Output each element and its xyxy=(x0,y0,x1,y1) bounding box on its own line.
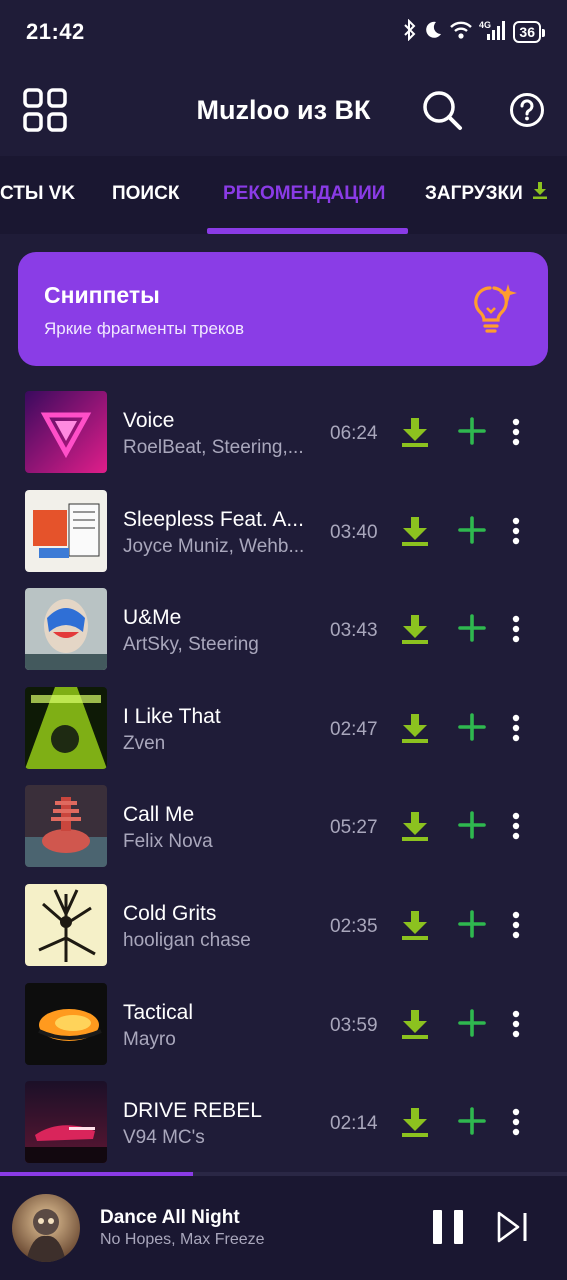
more-options-icon[interactable] xyxy=(512,714,520,747)
track-cover xyxy=(25,1081,107,1163)
download-icon[interactable] xyxy=(401,417,429,452)
track-title: Voice xyxy=(123,409,175,432)
track-title: U&Me xyxy=(123,606,182,629)
skip-next-icon[interactable] xyxy=(496,1210,530,1249)
track-artist: hooligan chase xyxy=(123,930,251,951)
track-cover xyxy=(25,884,107,966)
track-cover xyxy=(25,785,107,867)
add-icon[interactable] xyxy=(458,1009,486,1042)
now-playing-cover xyxy=(12,1194,80,1262)
moon-icon xyxy=(423,20,443,45)
status-icons: 4G 36 xyxy=(403,18,545,46)
track-row[interactable]: Tactical Mayro 03:59 xyxy=(0,983,567,1081)
download-icon[interactable] xyxy=(401,713,429,748)
track-artist: RoelBeat, Steering,... xyxy=(123,437,304,458)
more-options-icon[interactable] xyxy=(512,1108,520,1141)
wifi-icon xyxy=(449,20,473,45)
tab-downloads-label: ЗАГРУЗКИ xyxy=(425,183,523,205)
track-title: I Like That xyxy=(123,705,221,728)
track-row[interactable]: DRIVE REBEL V94 MC's 02:14 xyxy=(0,1081,567,1179)
track-row[interactable]: Sleepless Feat. A... Joyce Muniz, Wehb...… xyxy=(0,490,567,588)
now-playing-artist: No Hopes, Max Freeze xyxy=(100,1231,265,1248)
status-bar: 21:42 4G 36 xyxy=(0,0,567,64)
bluetooth-icon xyxy=(403,18,417,46)
track-duration: 03:40 xyxy=(330,522,378,543)
more-options-icon[interactable] xyxy=(512,911,520,944)
track-duration: 03:59 xyxy=(330,1015,378,1036)
now-playing-title: Dance All Night xyxy=(100,1207,240,1228)
track-duration: 03:43 xyxy=(330,620,378,641)
track-cover xyxy=(25,687,107,769)
track-row[interactable]: Cold Grits hooligan chase 02:35 xyxy=(0,884,567,982)
add-icon[interactable] xyxy=(458,614,486,647)
search-icon[interactable] xyxy=(421,89,463,131)
add-icon[interactable] xyxy=(458,811,486,844)
pause-icon[interactable] xyxy=(431,1208,465,1251)
track-cover xyxy=(25,983,107,1065)
snippets-title: Сниппеты xyxy=(44,282,160,308)
app-bar: Muzloo из ВК xyxy=(0,64,567,156)
tab-playlists-vk[interactable]: СТЫ VK xyxy=(0,156,75,234)
add-icon[interactable] xyxy=(458,417,486,450)
download-icon[interactable] xyxy=(401,516,429,551)
more-options-icon[interactable] xyxy=(512,615,520,648)
download-icon xyxy=(532,156,548,232)
track-duration: 02:14 xyxy=(330,1113,378,1134)
download-icon[interactable] xyxy=(401,811,429,846)
help-icon[interactable] xyxy=(509,92,545,128)
lightbulb-sparkle-icon xyxy=(470,282,520,339)
more-options-icon[interactable] xyxy=(512,418,520,451)
tab-search[interactable]: ПОИСК xyxy=(112,156,179,234)
tab-bar: СТЫ VK ПОИСК РЕКОМЕНДАЦИИ ЗАГРУЗКИ xyxy=(0,156,567,234)
track-artist: Mayro xyxy=(123,1029,176,1050)
snippets-subtitle: Яркие фрагменты треков xyxy=(44,319,245,338)
tab-downloads[interactable]: ЗАГРУЗКИ xyxy=(425,156,548,234)
track-row[interactable]: U&Me ArtSky, Steering 03:43 xyxy=(0,588,567,686)
track-duration: 06:24 xyxy=(330,423,378,444)
track-duration: 02:47 xyxy=(330,719,378,740)
download-icon[interactable] xyxy=(401,1009,429,1044)
status-time: 21:42 xyxy=(26,19,85,44)
track-row[interactable]: I Like That Zven 02:47 xyxy=(0,687,567,785)
track-cover xyxy=(25,391,107,473)
track-row[interactable]: Voice RoelBeat, Steering,... 06:24 xyxy=(0,391,567,489)
track-title: Cold Grits xyxy=(123,902,217,925)
download-icon[interactable] xyxy=(401,1107,429,1142)
svg-text:4G: 4G xyxy=(479,20,491,30)
add-icon[interactable] xyxy=(458,1107,486,1140)
download-icon[interactable] xyxy=(401,910,429,945)
more-options-icon[interactable] xyxy=(512,812,520,845)
track-title: DRIVE REBEL xyxy=(123,1099,262,1122)
track-artist: ArtSky, Steering xyxy=(123,634,259,655)
track-title: Sleepless Feat. A... xyxy=(123,508,304,531)
tab-recommendations[interactable]: РЕКОМЕНДАЦИИ xyxy=(223,156,385,234)
track-cover xyxy=(25,588,107,670)
track-duration: 02:35 xyxy=(330,916,378,937)
battery-indicator: 36 xyxy=(513,21,545,43)
more-options-icon[interactable] xyxy=(512,517,520,550)
mini-player[interactable]: Dance All Night No Hopes, Max Freeze xyxy=(0,1176,567,1280)
more-options-icon[interactable] xyxy=(512,1010,520,1043)
track-artist: Zven xyxy=(123,733,166,754)
track-title: Tactical xyxy=(123,1001,194,1024)
track-artist: Joyce Muniz, Wehb... xyxy=(123,536,305,557)
track-cover xyxy=(25,490,107,572)
signal-icon: 4G xyxy=(479,19,507,46)
add-icon[interactable] xyxy=(458,713,486,746)
track-duration: 05:27 xyxy=(330,817,378,838)
active-tab-indicator xyxy=(207,228,408,234)
track-artist: V94 MC's xyxy=(123,1127,205,1148)
track-title: Call Me xyxy=(123,803,195,826)
download-icon[interactable] xyxy=(401,614,429,649)
track-artist: Felix Nova xyxy=(123,831,213,852)
snippets-card[interactable]: Сниппеты Яркие фрагменты треков xyxy=(18,252,548,366)
grid-menu-icon[interactable] xyxy=(22,87,68,133)
track-row[interactable]: Call Me Felix Nova 05:27 xyxy=(0,785,567,883)
add-icon[interactable] xyxy=(458,516,486,549)
add-icon[interactable] xyxy=(458,910,486,943)
